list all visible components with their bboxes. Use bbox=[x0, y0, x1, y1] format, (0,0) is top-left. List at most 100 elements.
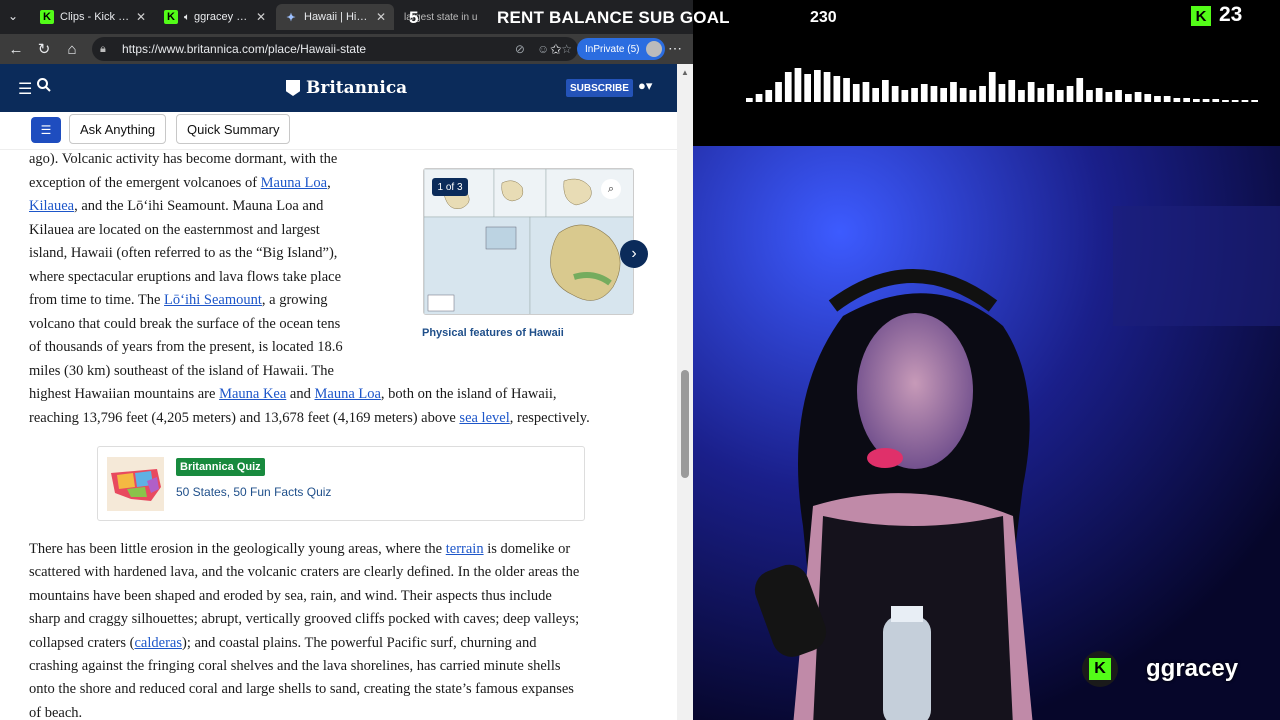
visualizer-bar bbox=[930, 86, 938, 102]
tab-kick-stream[interactable]: K 🔈︎ ggracey Strea ✕ bbox=[156, 4, 274, 30]
text-run: mountains have been shaped and eroded by… bbox=[29, 587, 552, 604]
audio-visualizer bbox=[746, 68, 1258, 102]
text-line: crashing against the fringing coral shel… bbox=[29, 658, 561, 675]
visualizer-bar bbox=[1173, 98, 1181, 102]
webcam-image bbox=[693, 146, 1280, 720]
visualizer-bar bbox=[1193, 99, 1200, 102]
text-run: of thousands of years from the present, … bbox=[29, 339, 343, 355]
address-bar[interactable]: 🔒︎ https://www.britannica.com/place/Hawa… bbox=[92, 37, 578, 61]
back-icon[interactable]: ← bbox=[2, 35, 30, 63]
visualizer-bar bbox=[862, 82, 870, 102]
text-run: Kilauea are located on the easternmost a… bbox=[29, 221, 320, 238]
visualizer-bar bbox=[746, 98, 753, 102]
visualizer-bar bbox=[765, 90, 773, 102]
menu-icon[interactable]: ☰ bbox=[18, 79, 32, 99]
visualizer-bar bbox=[794, 68, 802, 102]
inprivate-button[interactable]: InPrivate (5) bbox=[577, 38, 666, 60]
extensions-icon[interactable]: ☺ bbox=[537, 42, 549, 56]
article-link[interactable]: Mauna Loa bbox=[261, 175, 327, 191]
figure-caption[interactable]: Physical features of Hawaii bbox=[422, 327, 564, 339]
visualizer-bar bbox=[1056, 90, 1064, 102]
avatar bbox=[646, 41, 663, 57]
quiz-card[interactable]: Britannica Quiz 50 States, 50 Fun Facts … bbox=[97, 446, 585, 521]
figure-count-badge: 1 of 3 bbox=[432, 178, 468, 196]
quick-summary-button[interactable]: Quick Summary bbox=[176, 114, 291, 144]
favorites-icon[interactable]: ✩ bbox=[550, 41, 562, 58]
text-run: highest Hawaiian mountains are bbox=[29, 386, 220, 402]
article-link[interactable]: Lōʻihi Seamount bbox=[164, 292, 262, 308]
tracking-prevention-icon[interactable]: ⊘ bbox=[515, 42, 525, 56]
visualizer-bar bbox=[1047, 84, 1054, 102]
next-image-button[interactable]: › bbox=[620, 240, 648, 268]
visualizer-bar bbox=[979, 86, 986, 102]
article-link[interactable]: Mauna Kea bbox=[219, 386, 286, 402]
text-line: ago). Volcanic activity has become dorma… bbox=[29, 151, 337, 168]
visualizer-bar bbox=[833, 76, 841, 102]
refresh-icon[interactable]: ↻ bbox=[30, 35, 58, 63]
text-run: , a growing bbox=[261, 292, 328, 308]
zoom-icon[interactable]: ⌕ bbox=[601, 179, 621, 199]
table-of-contents-button[interactable]: ☰ bbox=[31, 117, 61, 143]
article-link[interactable]: Mauna Loa bbox=[314, 386, 380, 402]
scrollbar-thumb[interactable] bbox=[681, 370, 689, 478]
close-icon[interactable]: ✕ bbox=[136, 10, 146, 24]
visualizer-bar bbox=[814, 70, 821, 102]
britannica-icon: ✦ bbox=[286, 11, 296, 24]
visualizer-bar bbox=[775, 82, 782, 102]
article-link[interactable]: calderas bbox=[134, 635, 182, 651]
article-link[interactable]: Kilauea bbox=[29, 198, 74, 214]
text-run: , bbox=[327, 174, 331, 191]
text-run: onto the shore and reduced coral and lar… bbox=[29, 681, 574, 698]
site-logo[interactable]: Britannica bbox=[286, 78, 407, 98]
sub-goal-label: RENT BALANCE SUB GOAL bbox=[497, 8, 730, 27]
text-line: of beach. bbox=[29, 705, 82, 720]
text-run: scattered with hardened lava, and the vo… bbox=[29, 564, 580, 581]
article-body: ago). Volcanic activity has become dorma… bbox=[0, 150, 677, 720]
quiz-title-link[interactable]: 50 States, 50 Fun Facts Quiz bbox=[176, 485, 331, 499]
kick-badge-icon: K bbox=[1082, 651, 1118, 687]
list-icon: ☰ bbox=[40, 123, 52, 137]
visualizer-bar bbox=[1134, 92, 1142, 102]
close-icon[interactable]: ✕ bbox=[376, 10, 386, 24]
lock-icon[interactable]: 🔒︎ bbox=[100, 43, 114, 56]
visualizer-bar bbox=[1076, 78, 1084, 102]
text-run: island, Hawaii (often referred to as the… bbox=[29, 245, 338, 261]
tab-kick-clips[interactable]: K Clips - Kick Dashb ✕ bbox=[32, 4, 154, 30]
kick-icon: K bbox=[164, 10, 178, 24]
text-line: highest Hawaiian mountains are Mauna Kea… bbox=[29, 386, 557, 403]
visualizer-bar bbox=[1018, 90, 1025, 102]
visualizer-bar bbox=[901, 90, 909, 102]
visualizer-bar bbox=[911, 88, 918, 102]
visualizer-bar bbox=[950, 82, 957, 102]
mute-icon[interactable]: 🔈︎ bbox=[184, 12, 190, 23]
sub-goal-current: 5 bbox=[409, 8, 419, 27]
visualizer-bar bbox=[755, 94, 763, 102]
article-link[interactable]: terrain bbox=[446, 541, 484, 557]
visualizer-bar bbox=[1202, 99, 1210, 102]
text-run: , and the Lōʻihi Seamount. Mauna Loa and bbox=[74, 198, 324, 214]
text-run: from time to time. The bbox=[29, 292, 165, 308]
visualizer-bar bbox=[959, 88, 967, 102]
sub-goal-target: 230 bbox=[810, 9, 837, 26]
close-icon[interactable]: ✕ bbox=[256, 10, 266, 24]
home-icon[interactable]: ⌂ bbox=[58, 35, 86, 63]
more-options-icon[interactable]: ⋯ bbox=[668, 40, 682, 57]
text-run: reaching 13,796 feet (4,205 meters) and … bbox=[29, 409, 460, 426]
tab-britannica[interactable]: ✦ Hawaii | History, ✕ bbox=[276, 4, 394, 30]
account-icon[interactable]: ●▾ bbox=[638, 78, 652, 94]
ask-anything-button[interactable]: Ask Anything bbox=[69, 114, 167, 144]
tab-actions-icon[interactable]: ⌄ bbox=[8, 9, 18, 23]
text-line: sharp and craggy silhouettes; abrupt, ve… bbox=[29, 611, 579, 628]
search-icon[interactable] bbox=[36, 77, 52, 93]
favorite-star-icon[interactable]: ☆ bbox=[561, 42, 572, 56]
text-run: exception of the emergent volcanoes of bbox=[29, 174, 261, 191]
visualizer-bar bbox=[1163, 96, 1171, 102]
visualizer-bar bbox=[1027, 82, 1035, 102]
visualizer-bar bbox=[969, 90, 977, 102]
article-link[interactable]: sea level bbox=[459, 410, 509, 426]
browser-window: ⌄ K Clips - Kick Dashb ✕ K 🔈︎ ggracey St… bbox=[0, 0, 693, 720]
text-line: exception of the emergent volcanoes of M… bbox=[29, 175, 331, 192]
subscribe-button[interactable]: SUBSCRIBE bbox=[566, 79, 633, 97]
scroll-up-icon[interactable]: ▲ bbox=[681, 68, 689, 77]
scrollbar[interactable]: ▲ bbox=[677, 64, 693, 720]
